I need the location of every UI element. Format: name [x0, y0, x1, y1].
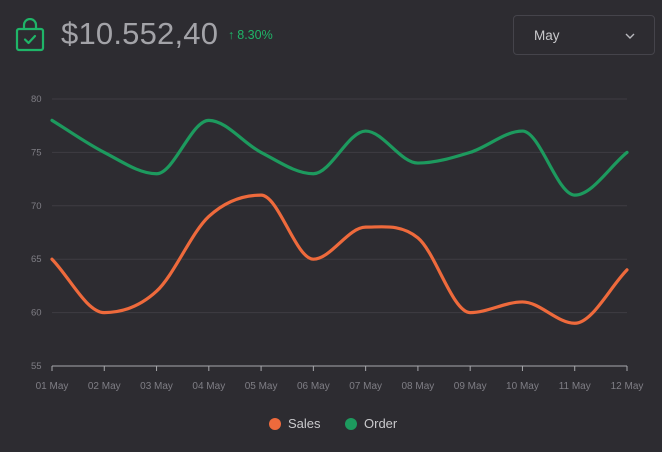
chart-legend: Sales Order [0, 414, 662, 434]
x-tick-label-5: 06 May [297, 381, 330, 392]
x-tick-label-11: 12 May [611, 381, 644, 392]
legend-label-sales: Sales [288, 416, 321, 431]
change-percent: 8.30% [237, 28, 273, 42]
arrow-up-icon: ↑ [228, 28, 235, 42]
data-point-sales-3 [207, 214, 211, 218]
data-point-order-4 [259, 150, 263, 154]
legend-label-order: Order [364, 416, 398, 431]
line-chart: 55 60 65 70 75 80 01 May 02 May 03 May 04 May 05 M… [31, 94, 644, 392]
legend-dot-order [345, 418, 357, 430]
data-point-sales-11 [625, 268, 629, 272]
data-point-sales-7 [416, 236, 420, 240]
data-point-sales-1 [102, 311, 106, 315]
month-select[interactable]: May [513, 15, 655, 55]
data-point-order-11 [625, 150, 629, 154]
legend-dot-sales [269, 418, 281, 430]
x-tick-label-9: 10 May [506, 381, 539, 392]
x-tick-label-3: 04 May [192, 381, 225, 392]
change-indicator: ↑ 8.30% [228, 28, 273, 42]
data-point-order-6 [364, 129, 368, 133]
y-tick-label-80: 80 [31, 94, 42, 105]
x-tick-label-8: 09 May [454, 381, 487, 392]
data-point-sales-10 [573, 321, 577, 325]
x-tick-label-6: 07 May [349, 381, 382, 392]
data-point-sales-5 [311, 257, 315, 261]
y-tick-label-60: 60 [31, 308, 42, 319]
data-point-order-5 [311, 172, 315, 176]
y-tick-label-55: 55 [31, 361, 42, 372]
data-point-sales-0 [50, 257, 54, 261]
x-tick-label-10: 11 May [559, 381, 591, 392]
x-tick-label-4: 05 May [245, 381, 278, 392]
y-tick-label-65: 65 [31, 254, 42, 265]
x-tick-label-7: 08 May [402, 381, 435, 392]
x-tick-label-2: 03 May [140, 381, 173, 392]
data-point-order-3 [207, 118, 211, 122]
total-amount: $10.552,40 [61, 16, 219, 51]
data-point-order-2 [155, 172, 159, 176]
data-point-order-9 [520, 129, 524, 133]
data-point-sales-4 [259, 193, 263, 197]
data-point-sales-6 [364, 225, 368, 229]
data-point-order-0 [50, 118, 54, 122]
series-line-order [50, 118, 629, 197]
chevron-down-icon [625, 33, 635, 39]
header: $10.552,40 ↑ 8.30% May [0, 0, 662, 80]
data-point-sales-9 [520, 300, 524, 304]
y-tick-label-75: 75 [31, 147, 42, 158]
x-tick-label-0: 01 May [36, 381, 69, 392]
data-point-order-10 [573, 193, 577, 197]
y-tick-label-70: 70 [31, 201, 42, 212]
data-point-order-1 [102, 150, 106, 154]
data-point-order-8 [468, 150, 472, 154]
data-point-sales-8 [468, 311, 472, 315]
shopping-bag-check-icon [15, 18, 45, 52]
month-select-value: May [534, 28, 560, 43]
x-tick-label-1: 02 May [88, 381, 121, 392]
data-point-order-7 [416, 161, 420, 165]
data-point-sales-2 [155, 289, 159, 293]
